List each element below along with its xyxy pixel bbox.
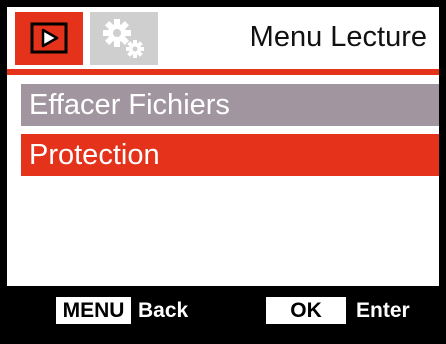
menu-screen: Menu Lecture Effacer Fichiers Protection… xyxy=(7,7,439,337)
settings-gears-icon xyxy=(103,19,144,58)
menu-item-protection[interactable]: Protection xyxy=(21,134,439,176)
page-title: Menu Lecture xyxy=(249,21,427,53)
menu-key-button[interactable]: MENU xyxy=(56,297,131,324)
header-bar: Menu Lecture xyxy=(7,7,439,69)
tab-settings[interactable] xyxy=(90,12,158,65)
playback-icon xyxy=(30,22,68,54)
enter-label: Enter xyxy=(356,299,410,322)
menu-item-delete-files[interactable]: Effacer Fichiers xyxy=(21,84,439,126)
tab-playback[interactable] xyxy=(15,12,83,65)
footer-bar: MENU Back OK Enter xyxy=(7,286,439,337)
ok-key-button[interactable]: OK xyxy=(266,297,346,324)
header-divider xyxy=(7,69,439,75)
back-label: Back xyxy=(138,299,189,322)
